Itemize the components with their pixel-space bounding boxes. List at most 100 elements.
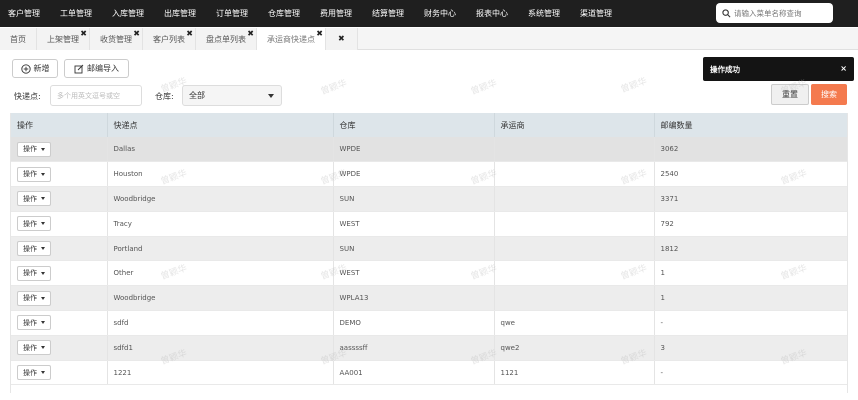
search-button[interactable]: 搜索 bbox=[811, 84, 847, 105]
tab-item[interactable]: 盘点单列表 ✖ bbox=[196, 28, 257, 50]
express-point-input[interactable]: 多个用英文逗号或空 bbox=[50, 85, 142, 106]
toast-message: 操作成功 bbox=[710, 64, 740, 74]
row-action-label: 操作 bbox=[23, 343, 37, 352]
table-cell: 1812 bbox=[654, 236, 847, 262]
caret-down-icon bbox=[41, 321, 45, 325]
watermark-text: 曾颖华 bbox=[469, 78, 499, 98]
table-cell: Other bbox=[107, 260, 334, 287]
zip-import-button[interactable]: 邮编导入 bbox=[64, 59, 129, 78]
row-action-dropdown[interactable]: 操作 bbox=[17, 141, 51, 157]
table-cell: Dallas bbox=[107, 137, 334, 163]
table-cell bbox=[494, 211, 655, 237]
table-row: 操作 Tracy WEST 792 bbox=[11, 211, 847, 237]
table-cell: Woodbridge bbox=[107, 285, 334, 312]
row-action-dropdown[interactable]: 操作 bbox=[17, 265, 51, 281]
chevron-down-icon bbox=[268, 94, 274, 98]
tab-item[interactable]: 收货管理 ✖ bbox=[90, 28, 143, 50]
table-cell: WPDE bbox=[333, 137, 495, 163]
watermark-text: 曾颖华 bbox=[619, 76, 649, 96]
table-header-row: 操作 快递点 仓库 承运商 邮编数量 bbox=[11, 113, 847, 137]
table-cell bbox=[494, 186, 655, 212]
tab-label: 承运商快递点 bbox=[267, 34, 315, 44]
row-action-dropdown[interactable]: 操作 bbox=[17, 216, 51, 232]
tab-label: 首页 bbox=[10, 34, 26, 44]
nav-menu-item[interactable]: 系统管理 bbox=[524, 0, 564, 27]
plus-circle-icon bbox=[20, 63, 31, 74]
row-action-dropdown[interactable]: 操作 bbox=[17, 340, 51, 356]
table-cell: Woodbridge bbox=[107, 186, 334, 212]
table-cell: WEST bbox=[333, 211, 495, 237]
action-cell: 操作 bbox=[11, 360, 108, 386]
nav-menu-item[interactable]: 出库管理 bbox=[160, 0, 200, 27]
nav-menu-item[interactable]: 订单管理 bbox=[212, 0, 252, 27]
row-action-label: 操作 bbox=[23, 269, 37, 278]
menu-search-input[interactable] bbox=[734, 8, 829, 18]
table-cell: DEMO bbox=[333, 310, 495, 336]
table-row: 操作 Other WEST 1 bbox=[11, 260, 847, 287]
nav-menu-item[interactable]: 仓库管理 bbox=[264, 0, 304, 27]
action-cell: 操作 bbox=[11, 285, 108, 312]
nav-menu-item[interactable]: 工单管理 bbox=[56, 0, 96, 27]
action-cell: 操作 bbox=[11, 137, 108, 163]
nav-menu-item[interactable]: 结算管理 bbox=[368, 0, 408, 27]
column-header: 邮编数量 bbox=[654, 113, 847, 137]
action-cell: 操作 bbox=[11, 211, 108, 237]
action-cell: 操作 bbox=[11, 186, 108, 212]
reset-button[interactable]: 重置 bbox=[771, 84, 809, 105]
table-cell bbox=[494, 236, 655, 262]
action-cell: 操作 bbox=[11, 310, 108, 336]
table-cell: 2540 bbox=[654, 161, 847, 188]
tab-item[interactable]: 承运商快递点 ✖ bbox=[257, 28, 326, 50]
tab-close-icon[interactable]: ✖ bbox=[247, 30, 254, 38]
table-cell: WPDE bbox=[333, 161, 495, 188]
nav-menu-item[interactable]: 入库管理 bbox=[108, 0, 148, 27]
nav-menu-item[interactable]: 客户管理 bbox=[4, 0, 44, 27]
table-row: 操作 sdfd DEMO qwe - bbox=[11, 310, 847, 336]
nav-menu-item[interactable]: 渠道管理 bbox=[576, 0, 616, 27]
column-header: 操作 bbox=[11, 113, 108, 137]
nav-menu-item[interactable]: 费用管理 bbox=[316, 0, 356, 27]
column-header: 承运商 bbox=[494, 113, 655, 137]
table-row: 操作 Portland SUN 1812 bbox=[11, 236, 847, 262]
tab-bar: 首页 上架管理 ✖ 收货管理 ✖ 客户列表 ✖ 盘点单列表 ✖ 承运商快递点 ✖ ✖ bbox=[0, 28, 858, 50]
nav-menu-item[interactable]: 报表中心 bbox=[472, 0, 512, 27]
caret-down-icon bbox=[41, 247, 45, 251]
tab-item[interactable]: 首页 bbox=[0, 28, 37, 50]
row-action-dropdown[interactable]: 操作 bbox=[17, 365, 51, 381]
table-cell: SUN bbox=[333, 186, 495, 212]
nav-menu-item[interactable]: 财务中心 bbox=[420, 0, 460, 27]
column-header: 仓库 bbox=[333, 113, 495, 137]
table-cell: 1221 bbox=[107, 360, 334, 386]
table-cell bbox=[494, 161, 655, 188]
toast-close-icon[interactable]: × bbox=[840, 64, 847, 73]
table-cell: 3 bbox=[654, 335, 847, 361]
row-action-dropdown[interactable]: 操作 bbox=[17, 166, 51, 182]
edit-icon bbox=[74, 64, 84, 73]
row-action-dropdown[interactable]: 操作 bbox=[17, 241, 51, 257]
add-button[interactable]: 新增 bbox=[12, 59, 58, 78]
row-action-label: 操作 bbox=[23, 244, 37, 253]
row-action-dropdown[interactable]: 操作 bbox=[17, 290, 51, 306]
tab-item[interactable]: 客户列表 ✖ bbox=[143, 28, 196, 50]
tab-close-icon[interactable]: ✖ bbox=[186, 30, 193, 38]
tab-close-icon[interactable]: ✖ bbox=[133, 30, 140, 38]
table-cell: WPLA13 bbox=[333, 285, 495, 312]
row-action-dropdown[interactable]: 操作 bbox=[17, 191, 51, 207]
tab-item[interactable]: 上架管理 ✖ bbox=[37, 28, 90, 50]
tab-close-icon[interactable]: ✖ bbox=[80, 30, 87, 38]
table-cell: 1121 bbox=[494, 360, 655, 386]
tab-label: 盘点单列表 bbox=[206, 34, 246, 44]
tab-close-icon[interactable]: ✖ bbox=[316, 30, 323, 38]
table-cell: - bbox=[654, 310, 847, 336]
tab-close-icon[interactable]: ✖ bbox=[338, 35, 345, 43]
warehouse-select[interactable]: 全部 bbox=[182, 85, 282, 106]
main-menu: 客户管理 工单管理 入库管理 出库管理 订单管理 仓库管理 费用管理 结算管理 财务中心 报表中心… bbox=[0, 0, 628, 27]
table-row: 操作 1221 AA001 1121- bbox=[11, 360, 847, 386]
tab-item[interactable]: ✖ bbox=[326, 28, 358, 50]
caret-down-icon bbox=[41, 147, 45, 151]
menu-search-box[interactable] bbox=[716, 3, 833, 23]
table-body: 操作 Dallas WPDE 3062 操作 Houston WPDE 2540 操作 Woodb… bbox=[11, 137, 847, 386]
warehouse-label: 仓库: bbox=[155, 92, 174, 101]
row-action-dropdown[interactable]: 操作 bbox=[17, 315, 51, 331]
table-cell: sdfd1 bbox=[107, 335, 334, 361]
